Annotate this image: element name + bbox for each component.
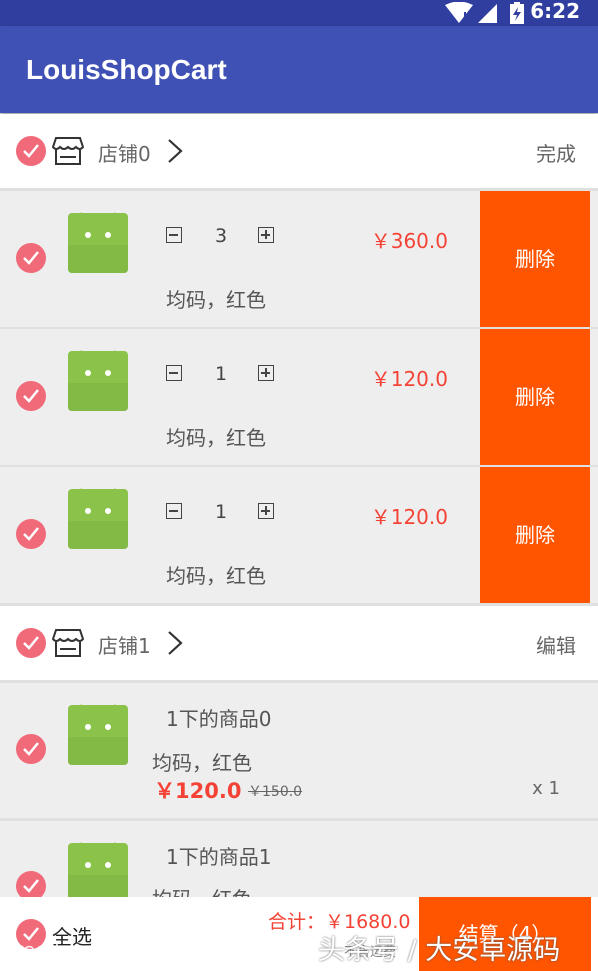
qty-minus-button[interactable]: [166, 227, 182, 243]
qty-minus-button[interactable]: [166, 365, 182, 381]
check-icon: [23, 144, 39, 158]
item-original-price: ￥150.0: [248, 784, 303, 800]
qty-plus-button[interactable]: [258, 503, 274, 519]
item-price: ￥120.0: [370, 367, 448, 391]
shop-done-button[interactable]: 完成: [536, 138, 576, 167]
shop-edit-button[interactable]: 编辑: [536, 630, 576, 659]
item-name: 1下的商品0: [166, 707, 272, 731]
item-name: 1下的商品1: [166, 845, 272, 869]
cart-item: 1下的商品1 均码，红色: [0, 821, 598, 897]
signal-icon: [478, 4, 497, 23]
delete-button[interactable]: 删除: [480, 191, 590, 327]
item-price: ￥360.0: [370, 229, 448, 253]
battery-charging-icon: [510, 2, 524, 24]
delete-button[interactable]: 删除: [480, 467, 590, 603]
check-icon: [23, 389, 39, 403]
shop-checkbox[interactable]: [16, 628, 46, 658]
item-spec: 均码，红色: [166, 426, 266, 450]
store-icon: [52, 629, 84, 657]
shop-header: 店铺1 编辑: [0, 606, 598, 680]
qty-value: 1: [214, 363, 228, 385]
item-price: ￥120.0: [154, 779, 242, 803]
clock: 6:22: [530, 0, 580, 23]
product-android-icon: [68, 704, 128, 765]
item-spec: 均码，红色: [152, 751, 252, 775]
watermark-left: free for personal use: [8, 938, 216, 962]
check-icon: [23, 636, 39, 650]
chevron-right-icon[interactable]: [166, 630, 184, 656]
cart-item: 1下的商品0 均码，红色 ￥120.0 ￥150.0 x 1: [0, 683, 598, 819]
watermark-right: 头条号 / 大安卓源码: [318, 935, 561, 966]
item-spec: 均码，红色: [166, 288, 266, 312]
cart-item: 3 ￥360.0 均码，红色 删除: [0, 191, 598, 327]
cart-item: 1 ￥120.0 均码，红色 删除: [0, 467, 598, 603]
item-checkbox[interactable]: [16, 734, 46, 764]
chevron-right-icon[interactable]: [166, 138, 184, 164]
check-icon: [23, 251, 39, 265]
app-title: LouisShopCart: [26, 54, 227, 85]
delete-button[interactable]: 删除: [480, 329, 590, 465]
wifi-icon: [445, 2, 473, 23]
check-icon: [23, 527, 39, 541]
check-icon: [23, 879, 39, 893]
qty-value: 3: [214, 225, 228, 247]
qty-plus-button[interactable]: [258, 227, 274, 243]
qty-minus-button[interactable]: [166, 503, 182, 519]
item-checkbox[interactable]: [16, 519, 46, 549]
status-bar: 6:22: [0, 0, 598, 26]
item-spec: 均码，红色: [152, 883, 252, 897]
product-android-icon: [68, 488, 128, 549]
product-android-icon: [68, 350, 128, 411]
item-spec: 均码，红色: [166, 564, 266, 588]
shop-header: 店铺0 完成: [0, 114, 598, 188]
store-icon: [52, 137, 84, 165]
shop-checkbox[interactable]: [16, 136, 46, 166]
shop-name: 店铺0: [98, 142, 151, 166]
item-price: ￥120.0: [370, 505, 448, 529]
product-android-icon: [68, 842, 128, 897]
item-checkbox[interactable]: [16, 243, 46, 273]
shop-name: 店铺1: [98, 634, 151, 658]
item-count: x 1: [532, 778, 560, 799]
check-icon: [23, 742, 39, 756]
item-checkbox[interactable]: [16, 381, 46, 411]
cart-item: 1 ￥120.0 均码，红色 删除: [0, 329, 598, 465]
qty-value: 1: [214, 501, 228, 523]
item-checkbox[interactable]: [16, 871, 46, 897]
product-android-icon: [68, 212, 128, 273]
app-bar: LouisShopCart: [0, 26, 598, 113]
qty-plus-button[interactable]: [258, 365, 274, 381]
